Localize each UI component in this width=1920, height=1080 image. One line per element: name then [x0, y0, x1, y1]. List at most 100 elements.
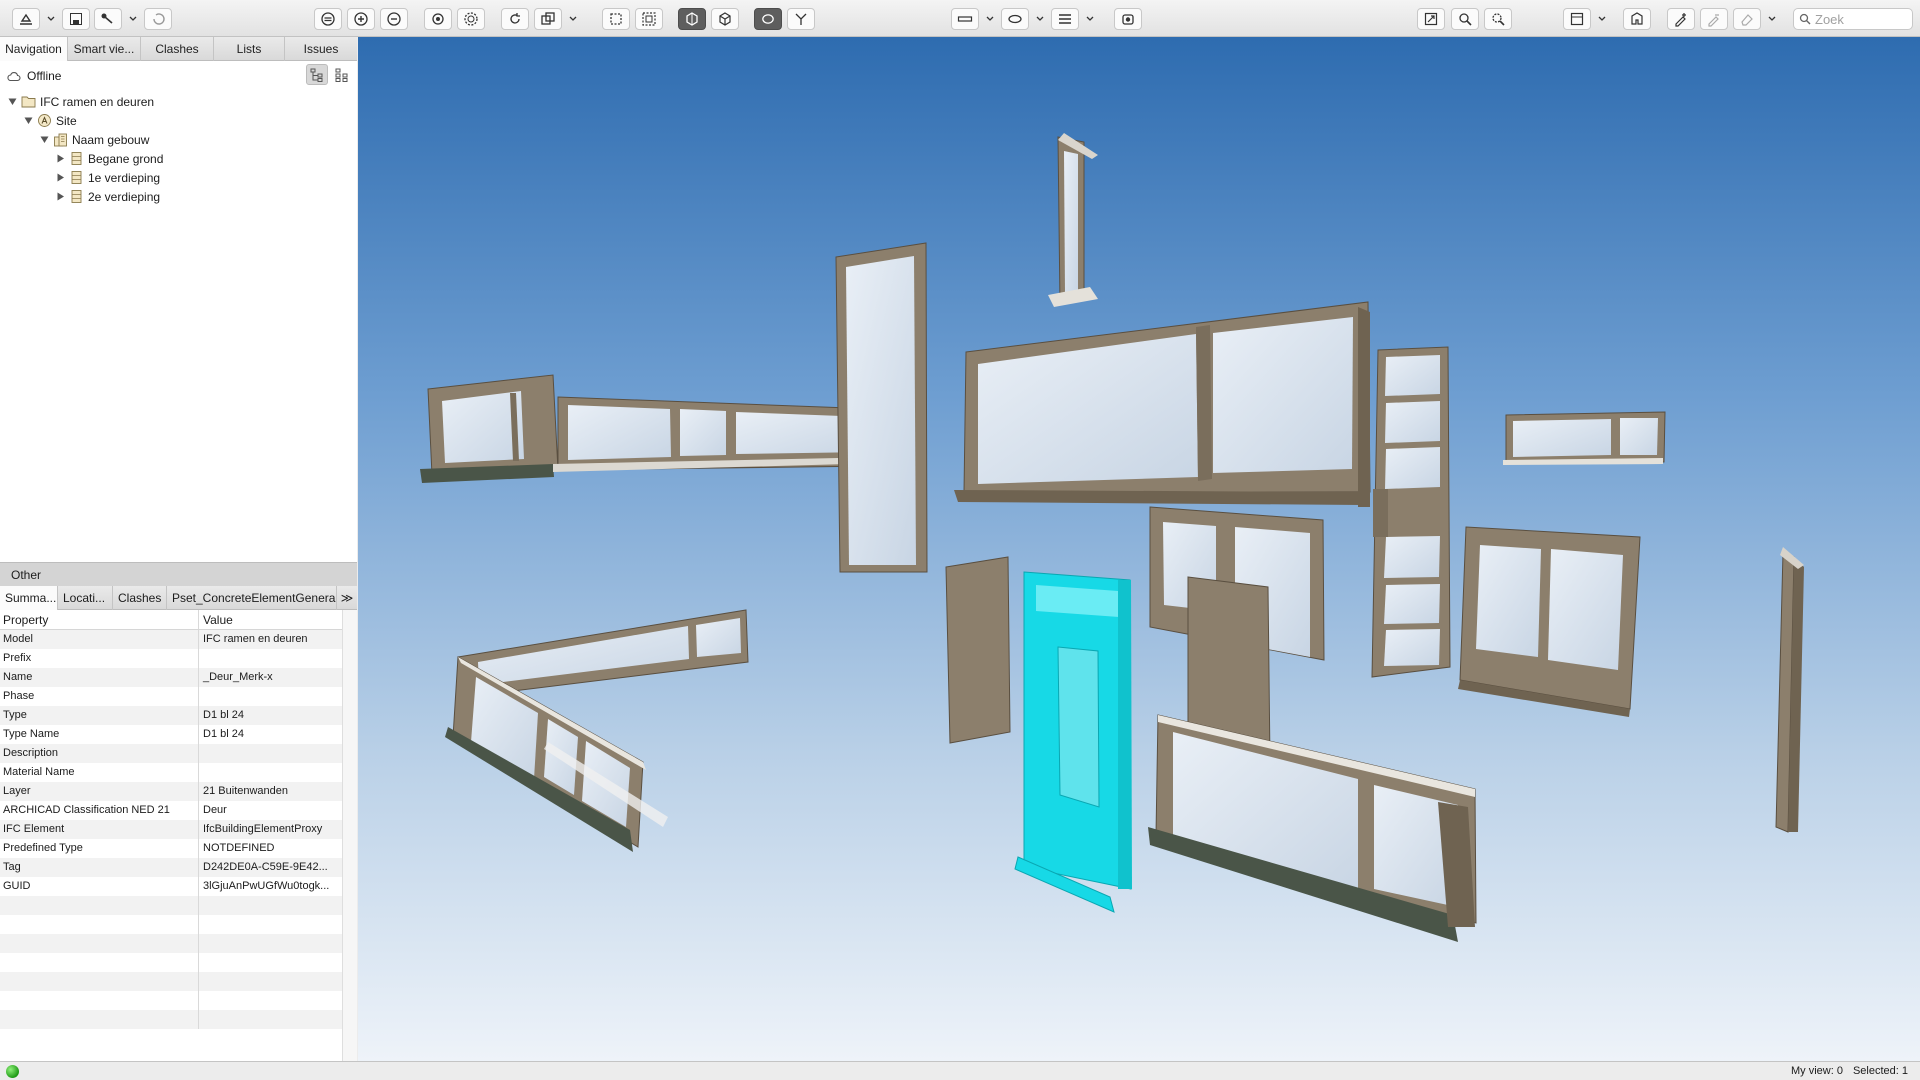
table-row[interactable]: Type Name D1 bl 24: [0, 725, 342, 744]
tree-item-storey[interactable]: Begane grond: [55, 149, 163, 168]
save-icon[interactable]: [62, 8, 90, 30]
table-row[interactable]: Prefix: [0, 649, 342, 668]
column-header[interactable]: Value: [199, 610, 342, 629]
orbit-icon[interactable]: [754, 8, 782, 30]
tab-clashes[interactable]: Clashes: [141, 37, 214, 61]
tree-item-storey[interactable]: 1e verdieping: [55, 168, 160, 187]
tab-smart-views[interactable]: Smart vie...: [68, 37, 141, 61]
3d-viewport[interactable]: [358, 37, 1920, 1061]
table-row[interactable]: Predefined Type NOTDEFINED: [0, 839, 342, 858]
chevron-down-icon[interactable]: [1083, 8, 1097, 30]
table-row[interactable]: [0, 1010, 342, 1029]
ellipse-icon[interactable]: [1001, 8, 1029, 30]
eraser-icon[interactable]: [1733, 8, 1761, 30]
expand-down-icon[interactable]: [7, 97, 17, 107]
tab-pset[interactable]: Pset_ConcreteElementGeneral: [167, 586, 337, 610]
table-row[interactable]: [0, 991, 342, 1010]
chevron-down-icon[interactable]: [126, 8, 140, 30]
frame-icon[interactable]: [602, 8, 630, 30]
plan-icon[interactable]: [1623, 8, 1651, 30]
table-row[interactable]: Phase: [0, 687, 342, 706]
copy-icon[interactable]: [534, 8, 562, 30]
expand-right-icon[interactable]: [55, 154, 65, 164]
table-row[interactable]: [0, 972, 342, 991]
measure-icon[interactable]: [94, 8, 122, 30]
wall-element[interactable]: [1775, 547, 1804, 833]
chevron-down-icon[interactable]: [566, 8, 580, 30]
table-row[interactable]: Name _Deur_Merk-x: [0, 668, 342, 687]
chevron-down-icon[interactable]: [983, 8, 997, 30]
tab-issues[interactable]: Issues: [285, 37, 357, 61]
search-input[interactable]: [1815, 11, 1905, 27]
markup-remove-icon[interactable]: [1700, 8, 1728, 30]
table-row[interactable]: Tag D242DE0A-C59E-9E42...: [0, 858, 342, 877]
undo-icon[interactable]: [144, 8, 172, 30]
zoom-selection-icon[interactable]: [1451, 8, 1479, 30]
expand-down-icon[interactable]: [23, 116, 33, 126]
table-row[interactable]: Description: [0, 744, 342, 763]
window-element[interactable]: [1371, 346, 1451, 678]
fly-icon[interactable]: [787, 8, 815, 30]
table-row[interactable]: ARCHICAD Classification NED 21 Deur: [0, 801, 342, 820]
table-row[interactable]: [0, 934, 342, 953]
model-render[interactable]: [358, 37, 1920, 1061]
target-icon[interactable]: [424, 8, 452, 30]
frames-icon[interactable]: [635, 8, 663, 30]
chevron-down-icon[interactable]: [44, 8, 58, 30]
expand-right-icon[interactable]: [55, 173, 65, 183]
tree-item-site[interactable]: Site: [23, 111, 77, 130]
chevron-down-icon[interactable]: [1595, 8, 1609, 30]
column-header[interactable]: Property: [0, 610, 199, 629]
table-row[interactable]: Type D1 bl 24: [0, 706, 342, 725]
zoom-out-icon[interactable]: [380, 8, 408, 30]
rotate-icon[interactable]: [501, 8, 529, 30]
group-view-button[interactable]: [331, 64, 353, 85]
table-row[interactable]: IFC Element IfcBuildingElementProxy: [0, 820, 342, 839]
selected-door[interactable]: [1014, 571, 1132, 913]
target-all-icon[interactable]: [457, 8, 485, 30]
tab-prop-clashes[interactable]: Clashes: [113, 586, 167, 610]
zoom-area-icon[interactable]: [1484, 8, 1512, 30]
tab-location[interactable]: Locati...: [58, 586, 113, 610]
open-icon[interactable]: [12, 8, 40, 30]
window-element[interactable]: [1458, 526, 1641, 717]
tree-item-storey[interactable]: 2e verdieping: [55, 187, 160, 206]
search-field[interactable]: [1793, 8, 1913, 30]
table-row[interactable]: Model IFC ramen en deuren: [0, 630, 342, 649]
table-row[interactable]: Material Name: [0, 763, 342, 782]
ruler-icon[interactable]: [951, 8, 979, 30]
more-tabs-button[interactable]: ≫: [337, 586, 357, 609]
tab-navigation[interactable]: Navigation: [0, 37, 68, 61]
tree-item-building[interactable]: Naam gebouw: [39, 130, 149, 149]
fit-icon[interactable]: [1417, 8, 1445, 30]
door-leaf[interactable]: [945, 556, 1011, 744]
tree-item-model[interactable]: IFC ramen en deuren: [7, 92, 154, 111]
hide-icon[interactable]: [314, 8, 342, 30]
tab-summary[interactable]: Summa...: [0, 586, 58, 610]
expand-down-icon[interactable]: [39, 135, 49, 145]
markup-add-icon[interactable]: [1667, 8, 1695, 30]
chevron-down-icon[interactable]: [1765, 8, 1779, 30]
zoom-in-icon[interactable]: [347, 8, 375, 30]
table-row[interactable]: [0, 953, 342, 972]
chevron-down-icon[interactable]: [1033, 8, 1047, 30]
my-view-count: My view: 0: [1790, 1065, 1843, 1077]
table-row[interactable]: [0, 896, 342, 915]
window-element[interactable]: [420, 374, 885, 483]
table-row[interactable]: Layer 21 Buitenwanden: [0, 782, 342, 801]
window-element[interactable]: [835, 133, 1371, 573]
cube-icon[interactable]: [711, 8, 739, 30]
window-element[interactable]: [1148, 714, 1477, 942]
expand-right-icon[interactable]: [55, 192, 65, 202]
layout-icon[interactable]: [1563, 8, 1591, 30]
section-box-icon[interactable]: [678, 8, 706, 30]
table-row[interactable]: GUID 3lGjuAnPwUGfWu0togk...: [0, 877, 342, 896]
window-element[interactable]: [1503, 411, 1666, 465]
camera-icon[interactable]: [1114, 8, 1142, 30]
scrollbar[interactable]: [342, 610, 357, 1061]
table-row[interactable]: [0, 915, 342, 934]
window-element[interactable]: [445, 609, 749, 852]
tab-lists[interactable]: Lists: [214, 37, 285, 61]
hierarchy-view-button[interactable]: [306, 64, 328, 85]
lines-icon[interactable]: [1051, 8, 1079, 30]
